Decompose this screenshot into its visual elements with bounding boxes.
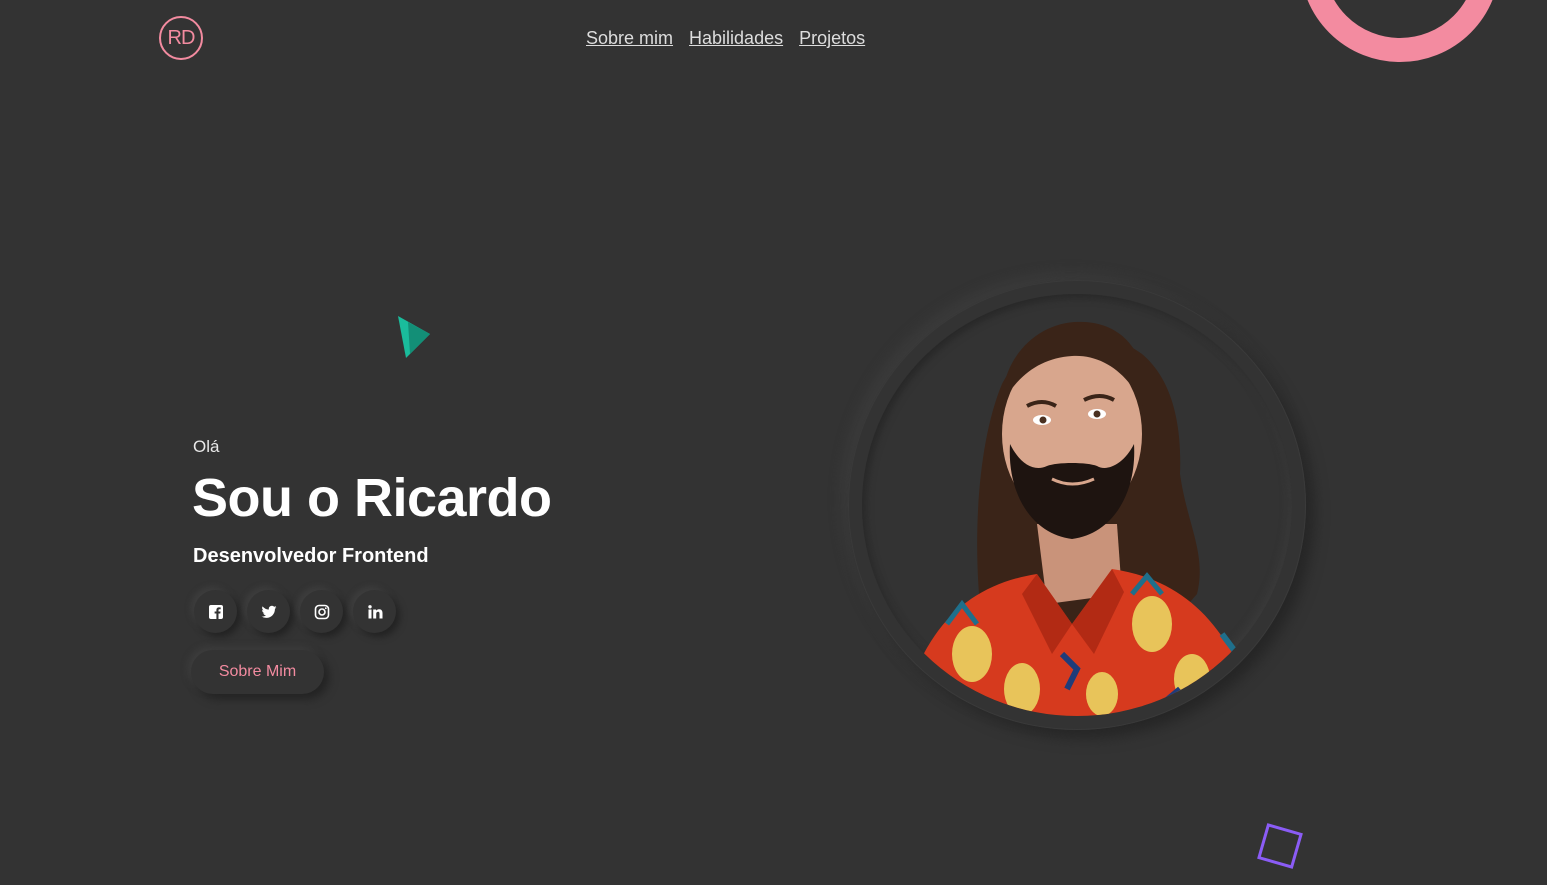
nav-link-sobre-mim[interactable]: Sobre mim: [586, 28, 673, 49]
hero-subtitle: Desenvolvedor Frontend: [193, 545, 429, 567]
profile-photo-frame: [848, 280, 1306, 730]
profile-photo-illustration: [902, 321, 1257, 716]
instagram-icon: [314, 604, 329, 619]
logo[interactable]: RD: [159, 16, 203, 60]
facebook-button[interactable]: [194, 590, 237, 633]
nav-link-projetos[interactable]: Projetos: [799, 28, 865, 49]
hero-title: Sou o Ricardo: [192, 468, 552, 528]
facebook-icon: [208, 604, 223, 619]
profile-photo: [862, 294, 1292, 716]
decorative-ring: [1300, 0, 1500, 62]
page: RD Sobre mim Habilidades Projetos Olá So…: [0, 0, 1547, 885]
main-nav: Sobre mim Habilidades Projetos: [586, 28, 865, 49]
decorative-triangle: [398, 316, 430, 358]
linkedin-icon: [367, 604, 382, 618]
nav-link-habilidades[interactable]: Habilidades: [689, 28, 783, 49]
social-links: [194, 590, 396, 633]
sobre-mim-button[interactable]: Sobre Mim: [191, 650, 324, 694]
linkedin-button[interactable]: [353, 590, 396, 633]
twitter-button[interactable]: [247, 590, 290, 633]
twitter-icon: [261, 605, 276, 618]
instagram-button[interactable]: [300, 590, 343, 633]
decorative-square: [1257, 823, 1303, 869]
greeting-text: Olá: [193, 437, 220, 456]
